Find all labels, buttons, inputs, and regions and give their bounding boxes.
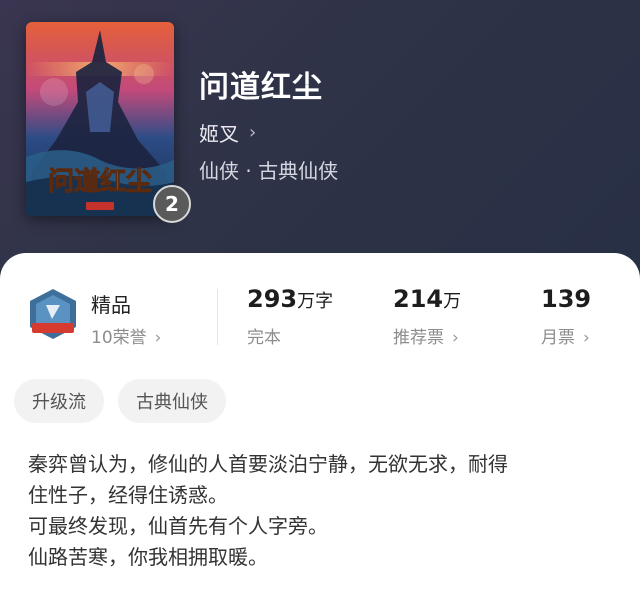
description-line: 住性子，经得住诱惑。 — [28, 483, 228, 507]
author-link[interactable]: 姬叉 › — [199, 118, 256, 147]
book-title: 问道红尘 — [199, 70, 323, 105]
author-name: 姬叉 — [199, 122, 239, 146]
cover-level-badge: 2 — [153, 185, 191, 223]
honor-count: 10荣誉 — [91, 328, 147, 348]
chevron-right-icon: › — [154, 328, 162, 348]
honor-badge-icon — [26, 287, 80, 345]
stats-row: 精品 10荣誉 › 293万字 完本 214万 推荐票 › 139 月票 › — [0, 253, 640, 363]
word-count: 293万字 — [247, 285, 333, 313]
description-line: 秦弈曾认为，修仙的人首要淡泊宁静，无欲无求，耐得 — [28, 452, 508, 476]
chevron-right-icon: › — [452, 328, 459, 348]
tag-chip[interactable]: 古典仙侠 — [118, 379, 226, 423]
book-description[interactable]: 秦弈曾认为，修仙的人首要淡泊宁静，无欲无求，耐得 住性子，经得住诱惑。 可最终发… — [28, 449, 618, 573]
monthly-count: 139 — [541, 285, 592, 313]
honor-title: 精品 — [91, 293, 131, 317]
honor-link[interactable]: 10荣誉 › — [91, 323, 161, 348]
book-cover[interactable]: 问道红尘 — [26, 22, 174, 216]
book-header: 问道红尘 2 问道红尘 姬叉 › 仙侠 · 古典仙侠 — [0, 0, 640, 270]
book-genre: 仙侠 · 古典仙侠 — [199, 159, 339, 183]
recommend-label: 推荐票 — [393, 328, 444, 348]
tag-list: 升级流 古典仙侠 — [14, 379, 226, 423]
recommend-unit: 万 — [443, 291, 462, 312]
recommend-value: 214 — [393, 285, 444, 313]
chevron-right-icon: › — [583, 328, 590, 348]
tag-chip[interactable]: 升级流 — [14, 379, 104, 423]
book-detail-card: 精品 10荣誉 › 293万字 完本 214万 推荐票 › 139 月票 › 升级流 … — [0, 253, 640, 593]
status-label: 完本 — [247, 328, 281, 348]
divider — [217, 289, 218, 345]
chevron-right-icon: › — [249, 122, 257, 143]
monthly-label: 月票 — [541, 328, 575, 348]
recommend-count: 214万 — [393, 285, 461, 313]
cover-title-text: 问道红尘 — [48, 166, 152, 197]
description-line: 仙路苦寒，你我相拥取暖。 — [28, 545, 268, 569]
monthly-ticket-link[interactable]: 月票 › — [541, 323, 590, 348]
word-count-value: 293 — [247, 285, 298, 313]
word-count-unit: 万字 — [297, 291, 334, 312]
description-line: 可最终发现，仙首先有个人字旁。 — [28, 514, 328, 538]
recommend-ticket-link[interactable]: 推荐票 › — [393, 323, 459, 348]
cover-art: 问道红尘 — [26, 22, 174, 216]
